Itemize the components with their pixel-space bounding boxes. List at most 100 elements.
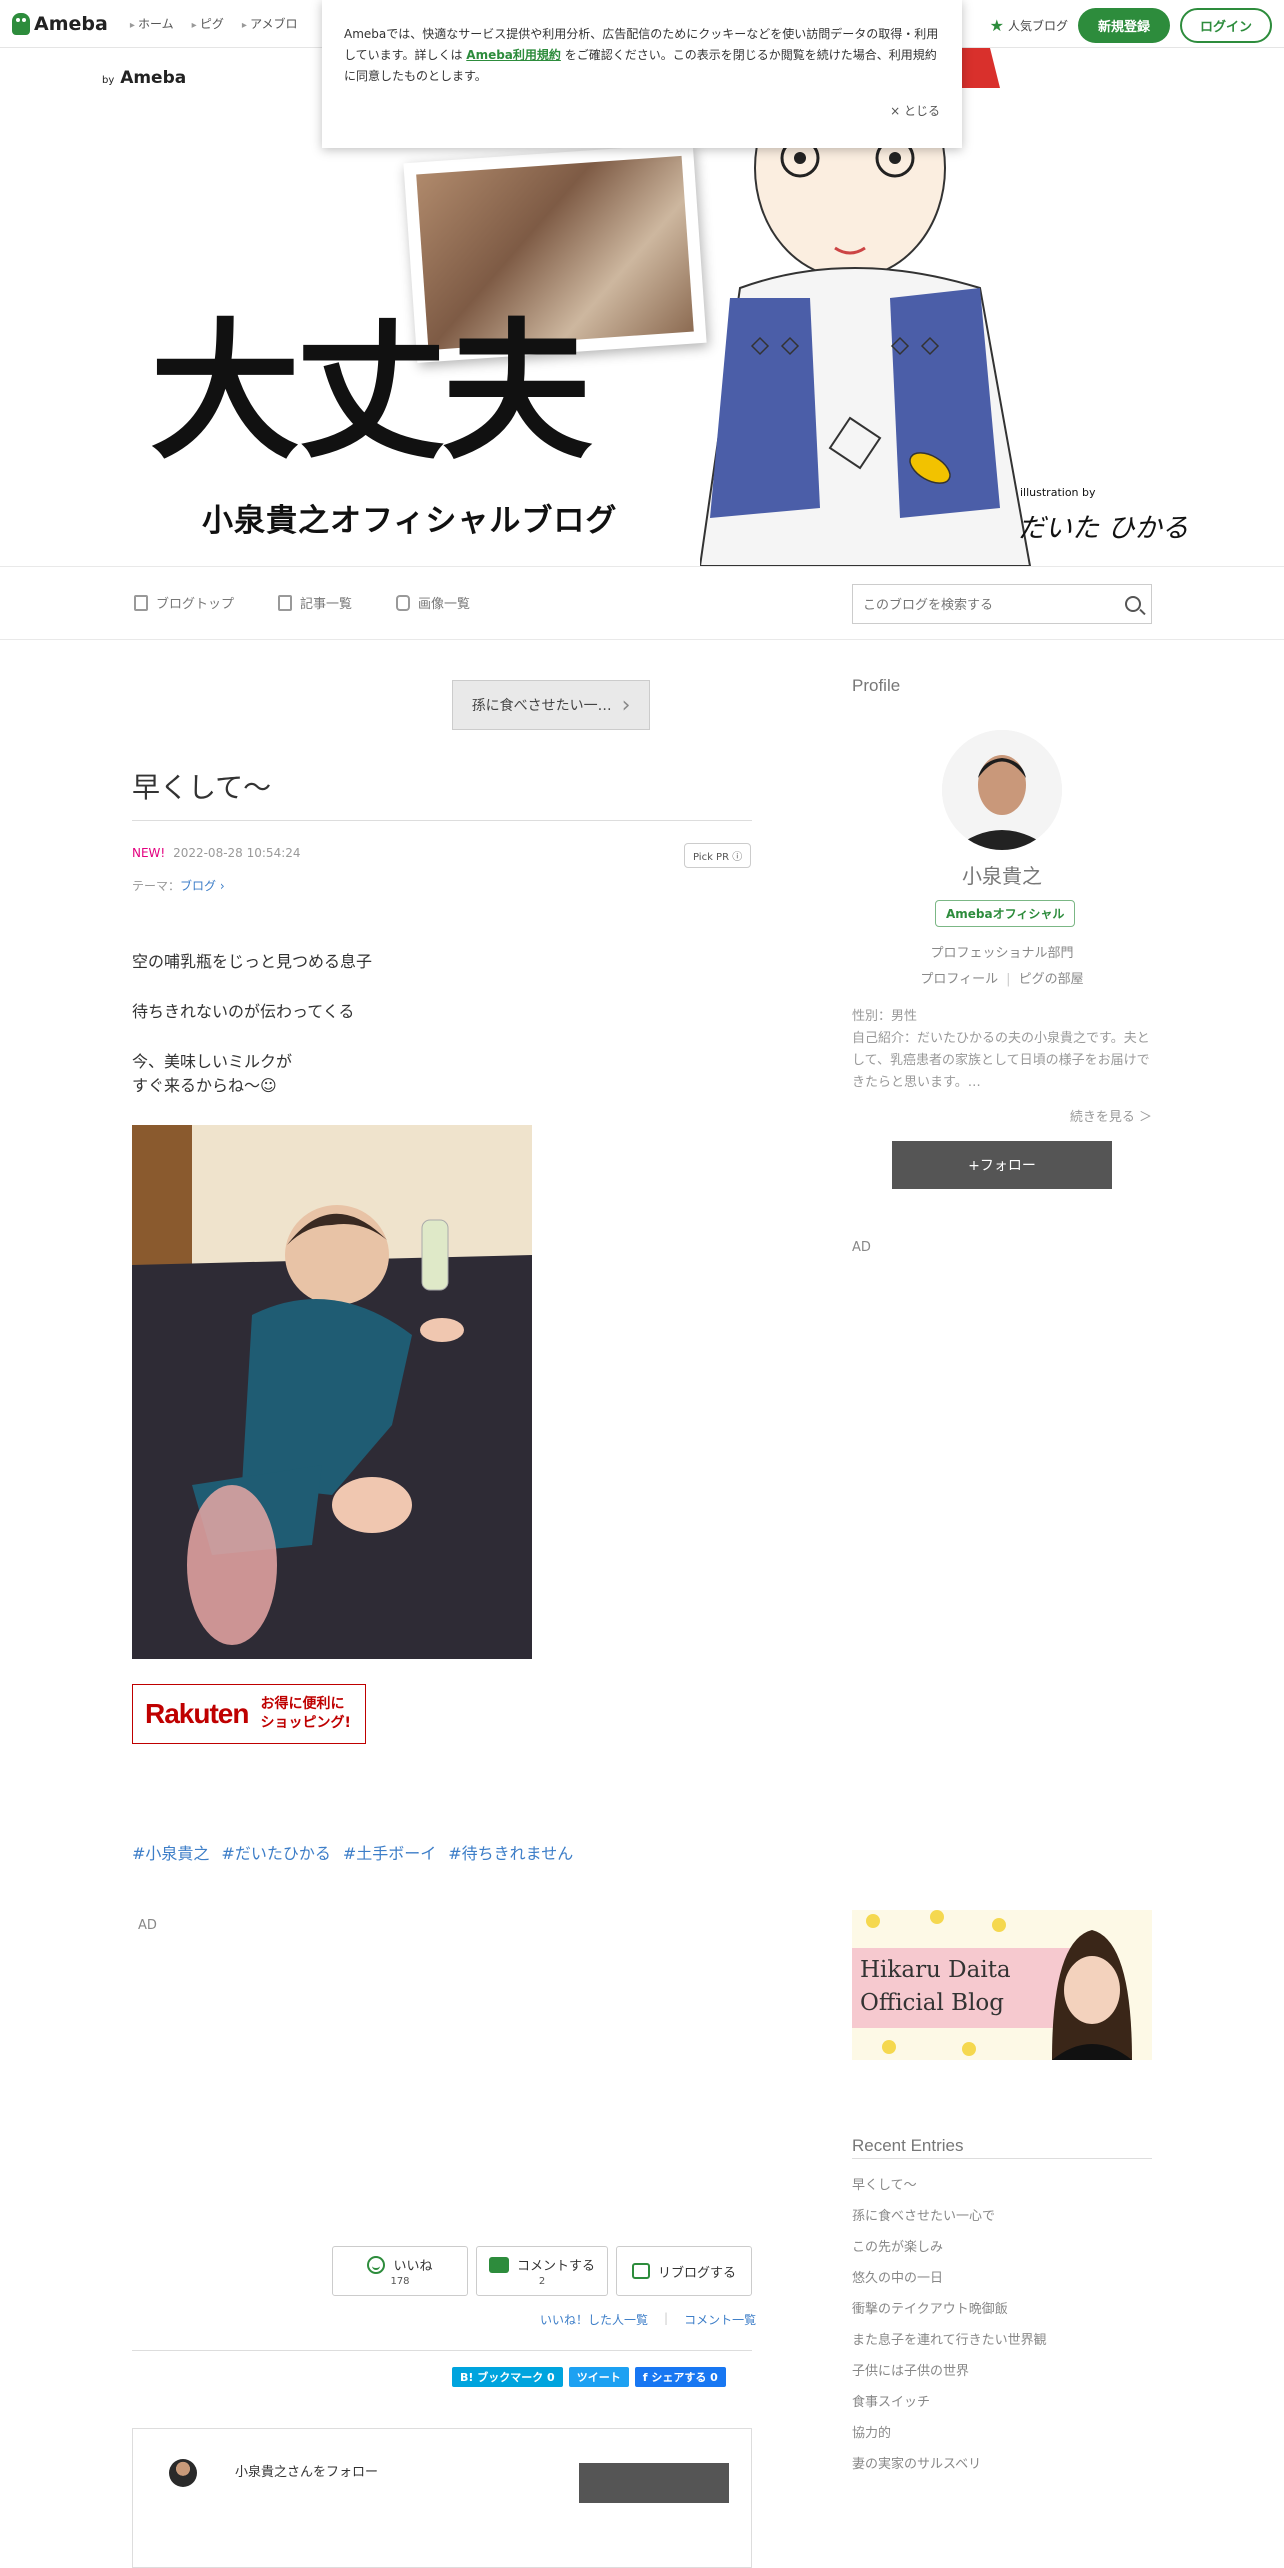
star-icon: ★ [989,16,1004,35]
recent-entry-link[interactable]: 食事スイッチ [852,2387,1047,2418]
hatena-bookmark-button[interactable]: B! ブックマーク 0 [452,2367,563,2387]
recent-entry-link[interactable]: 妻の実家のサルスベリ [852,2449,1047,2480]
rakuten-tagline-2: ショッピング! [260,1715,351,1731]
reblog-button[interactable]: リブログする [616,2246,752,2296]
illustrator-signature: だいた ひかる [1018,513,1189,544]
tweet-button[interactable]: ツイート [568,2367,629,2387]
recent-entry-link[interactable]: また息子を連れて行きたい世界観 [852,2325,1047,2356]
recent-entry-link[interactable]: 悠久の中の一日 [852,2263,1047,2294]
prev-entry-label: 孫に食べさせたい一… [471,698,612,714]
smile-icon [367,2255,386,2274]
reblog-label: リブログする [657,2265,736,2281]
nav-ameblo[interactable]: アメブロ [242,15,297,32]
by-label: by [102,75,115,86]
profile-avatar[interactable] [942,730,1062,850]
ameba-logo[interactable]: Ameba [12,12,108,35]
nav-pig[interactable]: ピグ [192,15,224,32]
follow-box-button[interactable] [579,2463,729,2503]
cookie-notice: Amebaでは、快適なサービス提供や利用分析、広告配信のためにクッキーなどを使い… [322,0,962,148]
profile-name[interactable]: 小泉貴之 [852,860,1152,889]
by-ameba-brand: Ameba [120,68,187,88]
divider [852,2158,1152,2159]
blog-search [852,584,1152,624]
profile-intro: 自己紹介：だいたひかるの夫の小泉貴之です。夫として、乳癌患者の家族として日頃の様… [852,1031,1150,1090]
post-photo[interactable] [132,1125,532,1659]
decoration-dot [866,1914,880,1928]
terms-link[interactable]: Ameba利用規約 [466,48,561,62]
blog-search-input[interactable] [863,596,1125,612]
comment-list-link[interactable]: コメント一覧 [684,2311,756,2328]
hashtag-link[interactable]: #土手ボーイ [343,1840,436,1864]
recent-entry-link[interactable]: 早くして〜 [852,2170,1047,2201]
banner-portrait [1052,1930,1132,2060]
ameba-logo-text: Ameba [34,12,108,35]
theme-label: テーマ： [132,879,181,893]
cookie-close-button[interactable]: × とじる [890,101,940,122]
profile-description: 性別：男性 自己紹介：だいたひかるの夫の小泉貴之です。夫として、乳癌患者の家族と… [852,1006,1152,1094]
hashtag-link[interactable]: #だいたひかる [221,1840,330,1864]
hashtag-link[interactable]: #待ちきれません [448,1840,573,1864]
like-label: いいね [393,2259,433,2274]
decoration-dot [930,1910,944,1924]
login-button[interactable]: ログイン [1179,8,1272,43]
post-title: 早くして〜 [132,771,272,804]
theme-link[interactable]: ブログ › [180,879,225,893]
nav-entry-list[interactable]: 記事一覧 [278,593,352,612]
recent-entries-title: Recent Entries [852,2136,964,2155]
rakuten-logo: Rakuten [145,1698,249,1729]
nav-blog-top[interactable]: ブログトップ [134,593,234,612]
hashtag-link[interactable]: #小泉貴之 [132,1840,209,1864]
read-more-link[interactable]: 続きを見る ＞ [852,1106,1152,1125]
post-paragraph: すぐ来るからね〜☺ [132,1076,277,1095]
blog-subtitle: 小泉貴之オフィシャルブログ [202,503,618,539]
pig-room-link[interactable]: ピグの部屋 [1019,972,1084,987]
follow-button[interactable]: +フォロー [892,1141,1112,1189]
rakuten-tagline: お得に便利に ショッピング! [260,1695,350,1733]
recent-entry-link[interactable]: 子供には子供の世界 [852,2356,1047,2387]
reblog-icon [631,2263,650,2279]
like-count: 178 [390,2276,410,2287]
nav-entry-list-label: 記事一覧 [300,597,353,612]
signup-button[interactable]: 新規登録 [1077,8,1170,43]
search-icon[interactable] [1125,596,1141,612]
banner-title-line-1: Hikaru Daita [860,1957,1011,1983]
comment-label: コメントする [516,2259,595,2274]
post-theme: テーマ：ブログ › [132,877,225,894]
recent-entry-link[interactable]: 協力的 [852,2418,1047,2449]
profile-link[interactable]: プロフィール [920,972,998,987]
comment-button[interactable]: コメントする 2 [476,2246,608,2296]
popular-blogs-link[interactable]: ★ 人気ブログ [990,16,1068,35]
avatar [169,2459,197,2487]
post-paragraph: 空の哺乳瓶をじっと見つめる息子 [132,952,373,971]
prev-entry-button[interactable]: 孫に食べさせたい一… › [452,680,650,730]
nav-blog-top-label: ブログトップ [156,597,235,612]
post-meta: NEW! 2022-08-28 10:54:24 [132,846,301,860]
divider [132,2350,752,2351]
nav-home[interactable]: ホーム [130,15,174,32]
global-nav: ホーム ピグ アメブロ [130,15,297,32]
profile-photo [942,730,1062,850]
recent-entry-link[interactable]: 孫に食べさせたい一心で [852,2201,1047,2232]
baby-photo-illustration [132,1125,532,1659]
like-button[interactable]: いいね 178 [332,2246,468,2296]
nav-image-list-label: 画像一覧 [418,597,471,612]
recent-entry-link[interactable]: 衝撃のテイクアウト晩御飯 [852,2294,1047,2325]
follow-box: 小泉貴之さんをフォロー [132,2428,752,2568]
profile-category[interactable]: プロフェッショナル部門 [852,942,1152,961]
recent-entry-link[interactable]: この先が楽しみ [852,2232,1047,2263]
recent-entries-list: 早くして〜 孫に食べさせたい一心で この先が楽しみ 悠久の中の一日 衝撃のテイク… [852,2170,1047,2480]
nav-image-list[interactable]: 画像一覧 [396,593,470,612]
new-badge: NEW! [132,846,166,860]
hashtag-list: #小泉貴之 #だいたひかる #土手ボーイ #待ちきれません [132,1840,573,1864]
rakuten-banner[interactable]: Rakuten お得に便利に ショッピング! [132,1684,366,1744]
pickpr-badge[interactable]: Pick PR ⓘ [684,843,752,868]
liked-people-link[interactable]: いいね！した人一覧 [540,2311,648,2328]
decoration-dot [882,2040,896,2054]
document-icon [134,594,148,611]
hikaru-daita-blog-banner[interactable]: Hikaru Daita Official Blog [852,1910,1152,2060]
follow-box-text: 小泉貴之さんをフォロー [235,2465,379,2480]
decoration-dot [962,2042,976,2056]
banner-title: Hikaru Daita Official Blog [860,1954,1011,2020]
ameba-mascot-icon [12,12,30,35]
facebook-share-button[interactable]: f シェアする 0 [634,2367,726,2387]
